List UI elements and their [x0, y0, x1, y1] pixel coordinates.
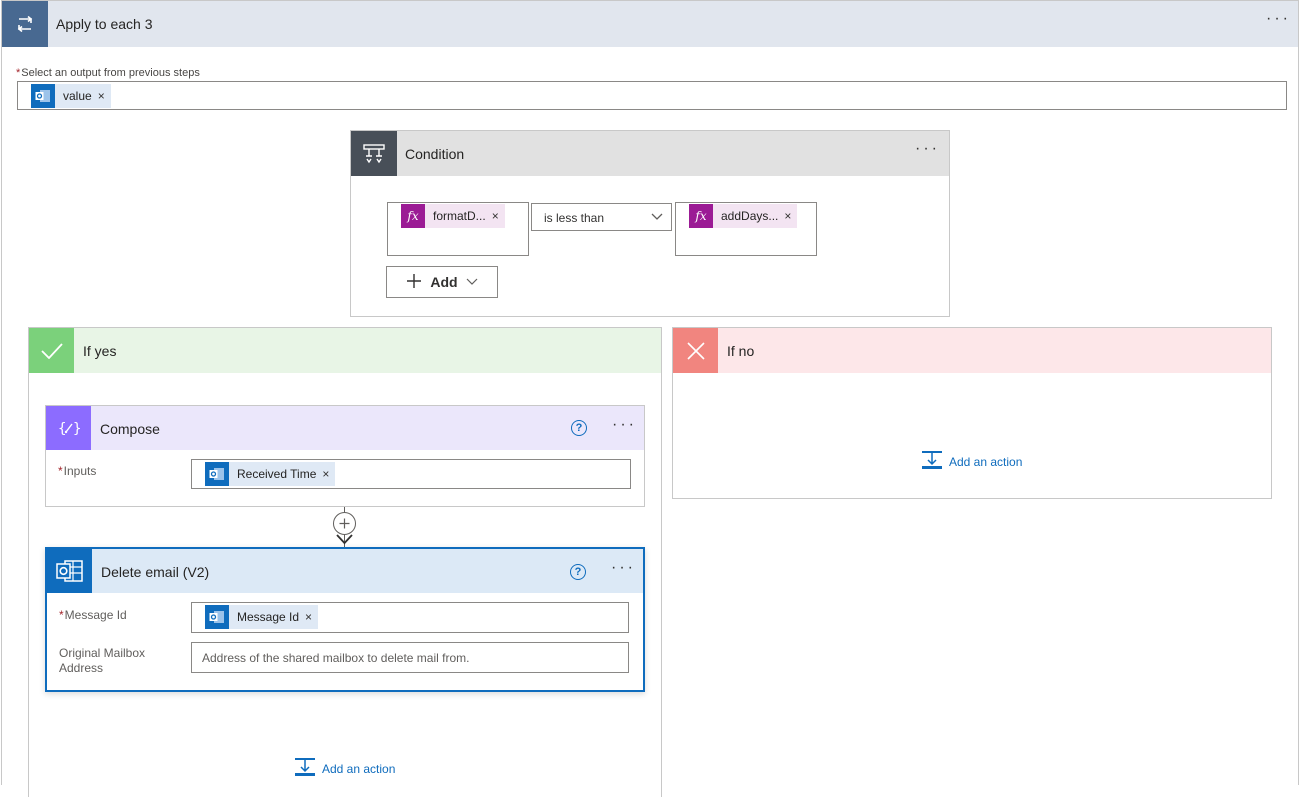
formatdatetime-token[interactable]: fx formatD... ×	[401, 204, 505, 228]
condition-add-label: Add	[430, 274, 458, 290]
message-id-token-label: Message Id	[237, 610, 300, 624]
condition-operator-select[interactable]: is less than	[531, 203, 672, 231]
loop-icon	[2, 1, 48, 47]
insert-step-button[interactable]	[333, 512, 356, 535]
apply-to-each-title: Apply to each 3	[56, 16, 153, 32]
svg-text:}: }	[73, 421, 81, 437]
condition-more-button[interactable]: ···	[915, 141, 940, 157]
message-id-token[interactable]: Message Id ×	[205, 605, 319, 629]
chevron-down-icon	[650, 209, 664, 226]
condition-icon	[351, 131, 397, 176]
message-id-label: *Message Id	[59, 608, 127, 622]
if-yes-title: If yes	[83, 343, 117, 359]
delete-email-more-button[interactable]: ···	[611, 560, 636, 576]
condition-add-button[interactable]: Add	[386, 266, 498, 298]
received-time-token[interactable]: Received Time ×	[205, 462, 336, 486]
if-yes-header: If yes	[29, 328, 661, 373]
condition-operator-value: is less than	[544, 211, 605, 225]
original-mailbox-field[interactable]: Address of the shared mailbox to delete …	[191, 642, 629, 673]
formatdatetime-token-remove-button[interactable]: ×	[492, 209, 505, 223]
adddays-token-remove-button[interactable]: ×	[784, 209, 797, 223]
required-mark: *	[59, 608, 64, 622]
close-icon	[673, 328, 718, 373]
plus-icon	[406, 273, 422, 292]
compose-card: {} Compose ? ··· *Inputs Received Time ×	[45, 405, 645, 507]
compose-inputs-field[interactable]: Received Time ×	[191, 459, 631, 489]
select-output-label: *Select an output from previous steps	[16, 67, 200, 79]
if-no-branch: If no Add an action	[672, 327, 1272, 499]
compose-inputs-label: *Inputs	[58, 464, 96, 478]
add-action-icon	[921, 450, 943, 473]
required-mark: *	[58, 464, 63, 478]
help-icon[interactable]: ?	[571, 420, 587, 436]
delete-email-title: Delete email (V2)	[101, 564, 210, 580]
message-id-token-remove-button[interactable]: ×	[305, 610, 318, 624]
checkmark-icon	[29, 328, 74, 373]
if-no-add-action-button[interactable]: Add an action	[921, 450, 1022, 473]
message-id-label-text: Message Id	[64, 608, 127, 622]
delete-email-card: Delete email (V2) ? ··· *Message Id Mess…	[45, 547, 645, 692]
compose-header[interactable]: {} Compose ? ···	[46, 406, 644, 450]
original-mailbox-label: Original Mailbox Address	[59, 646, 146, 675]
help-icon[interactable]: ?	[570, 564, 586, 580]
condition-right-operand-input[interactable]: fx addDays... ×	[675, 202, 817, 256]
required-mark: *	[16, 67, 21, 79]
value-token-remove-button[interactable]: ×	[98, 89, 111, 103]
if-no-header: If no	[673, 328, 1271, 373]
compose-inputs-label-text: Inputs	[63, 464, 97, 478]
compose-title: Compose	[100, 421, 160, 437]
chevron-down-icon	[466, 274, 478, 290]
value-token-label: value	[63, 89, 92, 103]
if-no-title: If no	[727, 343, 755, 359]
add-action-label: Add an action	[322, 761, 396, 776]
select-output-input[interactable]: value ×	[17, 81, 1287, 110]
condition-title: Condition	[405, 146, 465, 162]
apply-to-each-more-button[interactable]: ···	[1266, 11, 1291, 27]
formatdatetime-token-label: formatD...	[433, 209, 486, 223]
outlook-icon	[205, 605, 229, 629]
adddays-token[interactable]: fx addDays... ×	[689, 204, 798, 228]
condition-header[interactable]: Condition ···	[351, 131, 949, 176]
outlook-icon	[31, 84, 55, 108]
compose-more-button[interactable]: ···	[612, 417, 637, 433]
delete-email-header[interactable]: Delete email (V2) ? ···	[47, 549, 643, 593]
outlook-icon	[47, 549, 92, 593]
received-time-token-label: Received Time	[237, 467, 317, 481]
received-time-token-remove-button[interactable]: ×	[322, 467, 335, 481]
add-action-label: Add an action	[949, 454, 1023, 469]
value-token[interactable]: value ×	[31, 84, 111, 108]
condition-card: Condition ··· fx formatD... × is less th…	[350, 130, 950, 317]
apply-to-each-header[interactable]: Apply to each 3 ···	[2, 1, 1298, 47]
expression-icon: fx	[689, 204, 713, 228]
adddays-token-label: addDays...	[721, 209, 779, 223]
expression-icon: fx	[401, 204, 425, 228]
compose-icon: {}	[46, 406, 91, 450]
outlook-icon	[205, 462, 229, 486]
select-output-label-text: Select an output from previous steps	[21, 67, 200, 79]
if-yes-add-action-button[interactable]: Add an action	[294, 757, 395, 780]
arrow-down-icon	[336, 533, 353, 548]
add-action-icon	[294, 757, 316, 780]
svg-text:{: {	[58, 421, 66, 437]
message-id-field[interactable]: Message Id ×	[191, 602, 629, 633]
condition-left-operand-input[interactable]: fx formatD... ×	[387, 202, 529, 256]
